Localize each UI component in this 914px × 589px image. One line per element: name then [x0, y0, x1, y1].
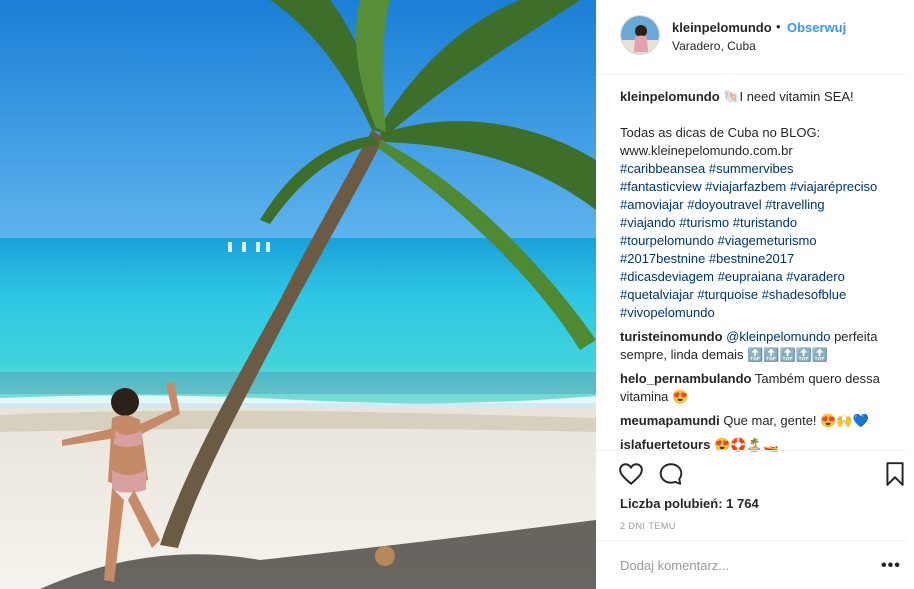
comment-mention[interactable]: @kleinpelomundo: [726, 329, 830, 344]
hashtag-link[interactable]: #tourpelomundo: [620, 233, 714, 248]
hashtag-link[interactable]: #eupraiana: [718, 269, 783, 284]
hashtag-link[interactable]: #dicasdeviagem: [620, 269, 714, 284]
hashtag-link[interactable]: #viajarépreciso: [790, 179, 877, 194]
comment-text: Que mar, gente! 😍🙌💙: [723, 413, 869, 428]
hashtag-link[interactable]: #varadero: [786, 269, 845, 284]
add-comment-input[interactable]: [620, 555, 860, 575]
hashtag-link[interactable]: #viajarfazbem: [705, 179, 786, 194]
comment-item: turisteinomundo @kleinpelomundo perfeita…: [620, 328, 890, 364]
avatar[interactable]: [620, 15, 660, 55]
follow-button[interactable]: Obserwuj: [787, 20, 846, 35]
caption-hashtags: #caribbeansea #summervibes #fantasticvie…: [620, 160, 890, 322]
instagram-post: kleinpelomundo • Obserwuj Varadero, Cuba…: [0, 0, 914, 589]
hashtag-link[interactable]: #bestnine2017: [709, 251, 794, 266]
likes-count[interactable]: Liczba polubień: 1 764: [620, 496, 759, 511]
post-timestamp[interactable]: 2 DNI TEMU: [620, 521, 676, 531]
avatar-image: [621, 16, 659, 54]
hashtag-link[interactable]: #fantasticview: [620, 179, 702, 194]
header-username[interactable]: kleinpelomundo: [672, 20, 772, 35]
post-side-panel: kleinpelomundo • Obserwuj Varadero, Cuba…: [596, 0, 914, 589]
hashtag-link[interactable]: #travelling: [765, 197, 824, 212]
hashtag-link[interactable]: #turistando: [733, 215, 797, 230]
add-comment-bar: •••: [596, 540, 906, 589]
heart-icon[interactable]: [618, 461, 644, 487]
hashtag-link[interactable]: #summervibes: [709, 161, 794, 176]
hashtag-link[interactable]: #turismo: [679, 215, 729, 230]
action-bar: [596, 450, 906, 495]
comment-username[interactable]: meumapamundi: [620, 413, 720, 428]
comment-bubble-icon[interactable]: [658, 461, 684, 487]
caption-first-line: 🐚I need vitamin SEA!: [723, 89, 854, 104]
caption: kleinpelomundo 🐚I need vitamin SEA! Toda…: [620, 88, 890, 322]
hashtag-link[interactable]: #viajando: [620, 215, 676, 230]
comment-username[interactable]: helo_pernambulando: [620, 371, 751, 386]
hashtag-link[interactable]: #doyoutravel: [687, 197, 761, 212]
location-link[interactable]: Varadero, Cuba: [672, 39, 756, 53]
hashtag-link[interactable]: #quetalviajar: [620, 287, 694, 302]
bookmark-icon[interactable]: [882, 461, 908, 487]
caption-body: Todas as dicas de Cuba no BLOG: www.klei…: [620, 125, 821, 158]
hashtag-link[interactable]: #turquoise: [697, 287, 758, 302]
comment-item: helo_pernambulando Também quero dessa vi…: [620, 370, 890, 406]
header-separator: •: [776, 19, 781, 34]
more-options-button[interactable]: •••: [881, 557, 901, 575]
comments-section: kleinpelomundo 🐚I need vitamin SEA! Toda…: [620, 88, 890, 454]
hashtag-link[interactable]: #caribbeansea: [620, 161, 705, 176]
hashtag-link[interactable]: #viagemeturismo: [718, 233, 817, 248]
hashtag-link[interactable]: #vivopelomundo: [620, 305, 715, 320]
comment-item: meumapamundi Que mar, gente! 😍🙌💙: [620, 412, 890, 430]
hashtag-link[interactable]: #amoviajar: [620, 197, 684, 212]
post-header: kleinpelomundo • Obserwuj Varadero, Cuba: [596, 0, 906, 75]
post-photo[interactable]: [0, 0, 596, 589]
comment-username[interactable]: turisteinomundo: [620, 329, 723, 344]
hashtag-link[interactable]: #2017bestnine: [620, 251, 705, 266]
beach-photo-illustration: [0, 0, 596, 589]
caption-username[interactable]: kleinpelomundo: [620, 89, 720, 104]
hashtag-link[interactable]: #shadesofblue: [762, 287, 847, 302]
